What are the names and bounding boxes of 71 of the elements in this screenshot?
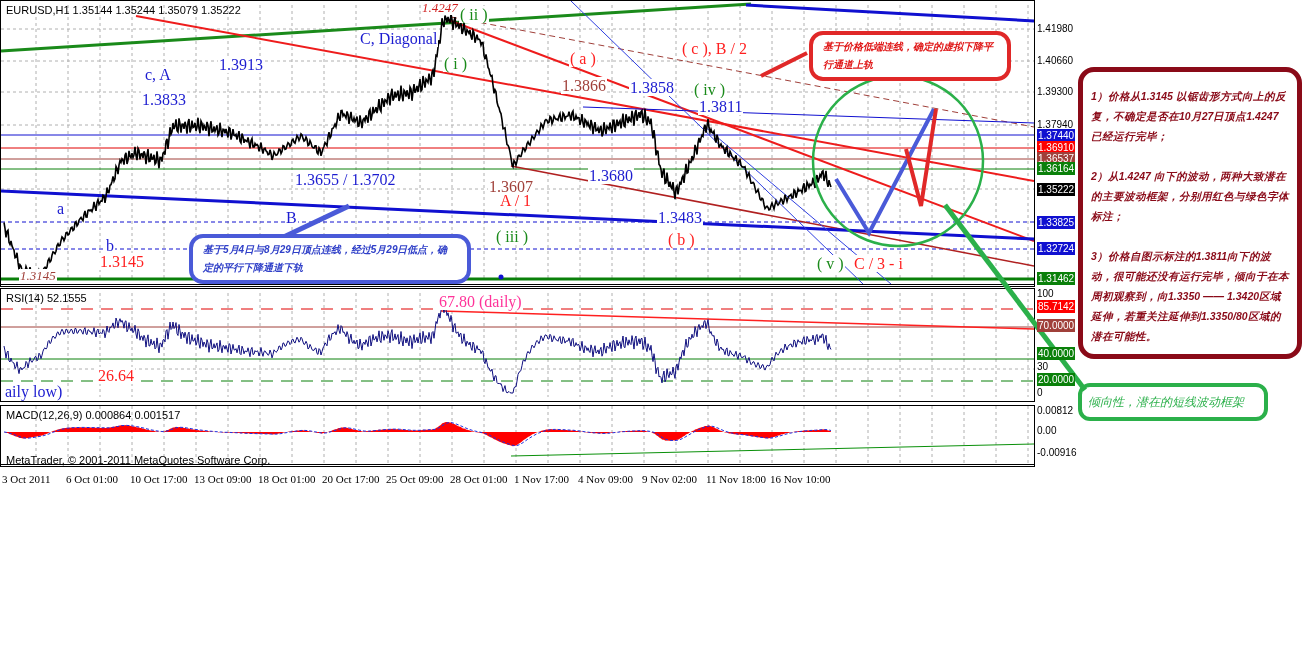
wave-label: 1.3145 xyxy=(99,253,145,270)
wave-label: c, A xyxy=(144,66,172,83)
indicator-header: RSI(14) 52.1555 xyxy=(6,292,87,304)
note-paragraph: 2）从1.4247 向下的波动，两种大致潜在的主要波动框架，分别用红色与绿色字体标注； xyxy=(1091,169,1291,224)
note-paragraph: 1）价格从1.3145 以锯齿形方式向上的反复，不确定是否在10月27日顶点1.4247 已经运行完毕； xyxy=(1091,89,1287,144)
wave-label: ( c ), B / 2 xyxy=(681,40,748,57)
wave-label: 1.3680 xyxy=(588,167,634,184)
tendency-note: 倾向性，潜在的短线波动框架 xyxy=(1078,383,1268,421)
wave-label: ( ii ) xyxy=(459,6,489,23)
time-label: 11 Nov 18:00 xyxy=(706,473,768,485)
wave-label: ( v ) xyxy=(816,255,845,272)
wave-label: 1.3913 xyxy=(218,56,264,73)
time-label: 4 Nov 09:00 xyxy=(578,473,634,485)
callout-note: 基于价格低端连线，确定的虚拟下降平行通道上轨 xyxy=(809,31,1011,81)
axis-label: 1.41980 xyxy=(1037,22,1074,35)
time-label: 9 Nov 02:00 xyxy=(642,473,698,485)
wave-label: ( a ) xyxy=(569,50,597,67)
note-paragraph: 3）价格自图示标注的1.3811向下的波动，很可能还没有运行完毕，倾向于在本周初观察到，向1.3350 —— 1.3420区域延伸，若重关注延伸到1.3350/80区域的潜在可能性。 xyxy=(1091,249,1291,344)
axis-label: 0.00 xyxy=(1037,424,1057,437)
rsi-label: 26.64 xyxy=(97,367,135,384)
rsi-label: aily low) xyxy=(4,383,64,400)
price-tag: 40.0000 xyxy=(1037,347,1076,360)
axis-label: 1.40660 xyxy=(1037,54,1074,67)
time-label: 13 Oct 09:00 xyxy=(194,473,253,485)
dot-marker xyxy=(498,274,504,280)
price-tag: 85.7142 xyxy=(1037,300,1076,313)
wave-label: ( iii ) xyxy=(495,228,529,245)
callout-note: 基于5月4日与8月29日顶点连线，经过5月29日低点，确定的平行下降通道下轨 xyxy=(189,234,471,284)
price-tag: 1.32724 xyxy=(1037,242,1076,255)
axis-label: 100 xyxy=(1037,287,1054,300)
chart-header: EURUSD,H1 1.35144 1.35244 1.35079 1.35222 xyxy=(6,4,241,16)
axis-label: 0 xyxy=(1037,386,1043,399)
wave-label: 1.3145 xyxy=(19,269,57,283)
price-tag: 1.36164 xyxy=(1037,162,1076,175)
time-label: 28 Oct 01:00 xyxy=(450,473,509,485)
price-tag: 1.31462 xyxy=(1037,272,1076,285)
price-tag: 1.33825 xyxy=(1037,216,1076,229)
price-tag: 70.0000 xyxy=(1037,319,1076,332)
wave-label: A / 1 xyxy=(499,192,533,209)
wave-label: B xyxy=(285,209,298,226)
copyright-text: MetaTrader, © 2001-2011 MetaQuotes Software Corp. xyxy=(6,454,271,466)
price-tag: 20.0000 xyxy=(1037,373,1076,386)
indicator-header: MACD(12,26,9) 0.000864 0.001517 xyxy=(6,409,181,421)
time-label: 16 Nov 10:00 xyxy=(770,473,832,485)
rsi-label: 67.80 (daily) xyxy=(438,293,523,310)
time-label: 6 Oct 01:00 xyxy=(66,473,119,485)
wave-label: ( b ) xyxy=(667,231,696,248)
axis-label: 0.00812 xyxy=(1037,404,1074,417)
axis-label: 1.37940 xyxy=(1037,118,1074,131)
axis-label: 1.39300 xyxy=(1037,85,1074,98)
price-tag: 1.35222 xyxy=(1037,183,1076,196)
time-label: 1 Nov 17:00 xyxy=(514,473,570,485)
wave-label: b xyxy=(105,237,115,254)
wave-label: 1.3866 xyxy=(561,77,607,94)
wave-label: C, Diagonal xyxy=(359,30,439,47)
wave-label: 1.3655 / 1.3702 xyxy=(294,171,397,188)
axis-label: -0.00916 xyxy=(1037,446,1077,459)
time-label: 25 Oct 09:00 xyxy=(386,473,445,485)
wave-label: 1.3811 xyxy=(698,98,744,115)
wave-label: ( i ) xyxy=(443,55,469,72)
wave-label: 1.3483 xyxy=(657,209,703,226)
axis-label: 30 xyxy=(1037,360,1049,373)
wave-label: 1.4247 xyxy=(421,1,459,15)
wave-label: C / 3 - i xyxy=(853,255,904,272)
time-label: 3 Oct 2011 xyxy=(2,473,52,485)
time-label: 20 Oct 17:00 xyxy=(322,473,381,485)
wave-label: ( iv ) xyxy=(693,81,727,98)
wave-label: 1.3833 xyxy=(141,91,187,108)
time-label: 10 Oct 17:00 xyxy=(130,473,189,485)
time-label: 18 Oct 01:00 xyxy=(258,473,317,485)
wave-label: 1.3858 xyxy=(629,79,675,96)
